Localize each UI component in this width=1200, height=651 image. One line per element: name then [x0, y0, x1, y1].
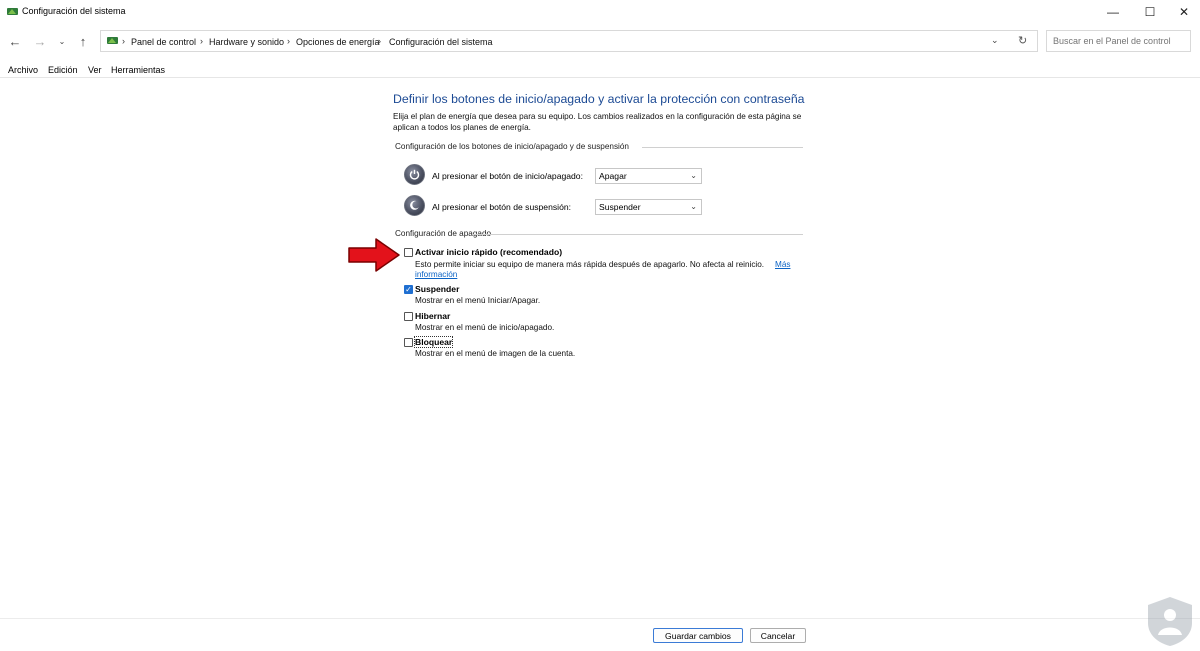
- power-button-icon: [404, 164, 425, 185]
- chevron-right-icon: ›: [122, 36, 125, 46]
- chevron-right-icon: ›: [200, 36, 203, 46]
- page-title: Definir los botones de inicio/apagado y …: [393, 92, 805, 106]
- fast-startup-desc: Esto permite iniciar su equipo de manera…: [415, 260, 765, 269]
- lock-checkbox[interactable]: [404, 338, 413, 347]
- cancel-button[interactable]: Cancelar: [750, 628, 806, 643]
- save-changes-button[interactable]: Guardar cambios: [653, 628, 743, 643]
- more-info-link-continued[interactable]: información: [415, 270, 457, 279]
- page-description: Elija el plan de energía que desea para …: [393, 112, 802, 132]
- address-dropdown-icon[interactable]: ⌄: [991, 35, 999, 46]
- fast-startup-checkbox[interactable]: [404, 248, 413, 257]
- power-button-label: Al presionar el botón de inicio/apagado:: [432, 171, 583, 181]
- menu-archivo[interactable]: Archivo: [8, 65, 38, 75]
- sleep-button-icon: [404, 195, 425, 216]
- hibernate-checkbox[interactable]: [404, 312, 413, 321]
- breadcrumb-panel-control[interactable]: Panel de control: [131, 37, 196, 47]
- more-info-link[interactable]: Más: [775, 260, 790, 269]
- watermark-logo: [1145, 595, 1195, 647]
- address-bar[interactable]: › Panel de control › Hardware y sonido ›…: [100, 30, 1038, 52]
- control-panel-icon: [106, 34, 119, 47]
- group-divider: [642, 147, 803, 148]
- sleep-button-label: Al presionar el botón de suspensión:: [432, 202, 572, 212]
- chevron-right-icon: ›: [378, 36, 381, 46]
- menu-herramientas[interactable]: Herramientas: [111, 65, 165, 75]
- window-title: Configuración del sistema: [22, 6, 126, 16]
- close-button[interactable]: ✕: [1167, 0, 1200, 24]
- hibernate-label[interactable]: Hibernar: [415, 311, 450, 321]
- breadcrumb-hardware-sonido[interactable]: Hardware y sonido: [209, 37, 284, 47]
- menu-ver[interactable]: Ver: [88, 65, 102, 75]
- power-button-value: Apagar: [599, 171, 627, 181]
- suspend-label[interactable]: Suspender: [415, 284, 459, 294]
- power-button-select[interactable]: Apagar ⌄: [595, 168, 702, 184]
- sleep-button-select[interactable]: Suspender ⌄: [595, 199, 702, 215]
- sleep-button-value: Suspender: [599, 202, 641, 212]
- forward-button[interactable]: →: [31, 32, 49, 50]
- breadcrumb-configuracion-sistema[interactable]: Configuración del sistema: [389, 37, 493, 47]
- back-button[interactable]: ←: [6, 32, 24, 50]
- title-bar: [0, 0, 1200, 24]
- checkmark-icon: ✓: [405, 285, 412, 294]
- lock-label[interactable]: Bloquear: [413, 336, 454, 348]
- lock-desc: Mostrar en el menú de imagen de la cuent…: [415, 349, 576, 358]
- suspend-checkbox[interactable]: ✓: [404, 285, 413, 294]
- recent-dropdown-button[interactable]: ⌄: [53, 32, 71, 50]
- minimize-button[interactable]: —: [1096, 0, 1130, 24]
- buttons-group-title: Configuración de los botones de inicio/a…: [395, 142, 629, 151]
- group-divider: [472, 234, 803, 235]
- red-arrow-icon: [347, 237, 401, 273]
- up-button[interactable]: ↑: [74, 32, 92, 50]
- chevron-down-icon: ⌄: [690, 202, 697, 211]
- hibernate-desc: Mostrar en el menú de inicio/apagado.: [415, 323, 555, 332]
- menu-divider: [0, 77, 1200, 78]
- maximize-button[interactable]: ☐: [1133, 0, 1167, 24]
- menu-edicion[interactable]: Edición: [48, 65, 78, 75]
- app-icon: [6, 5, 19, 18]
- suspend-desc: Mostrar en el menú Iniciar/Apagar.: [415, 296, 541, 305]
- fast-startup-label[interactable]: Activar inicio rápido (recomendado): [415, 247, 562, 257]
- chevron-right-icon: ›: [287, 36, 290, 46]
- search-input[interactable]: [1046, 30, 1191, 52]
- breadcrumb-opciones-energia[interactable]: Opciones de energía: [296, 37, 380, 47]
- chevron-down-icon: ⌄: [690, 171, 697, 180]
- footer-divider: [0, 618, 1200, 619]
- refresh-icon[interactable]: ↻: [1018, 34, 1027, 47]
